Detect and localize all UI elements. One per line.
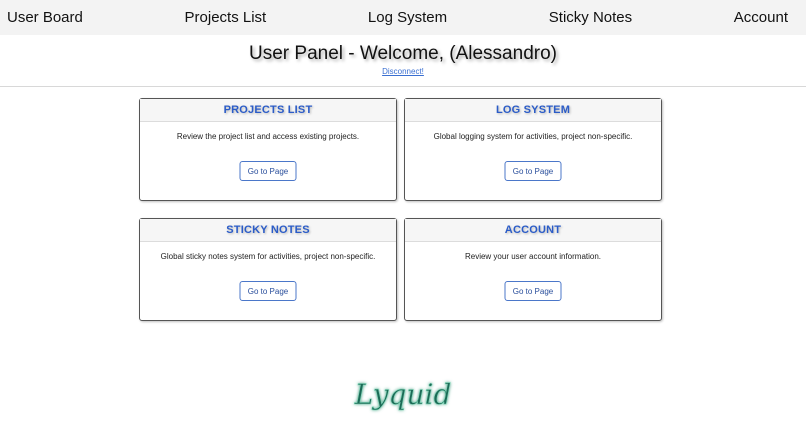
card-projects-list: PROJECTS LIST Review the project list an… (139, 98, 397, 201)
card-account: ACCOUNT Review your user account informa… (404, 218, 662, 321)
go-to-log-system-button[interactable]: Go to Page (504, 161, 562, 181)
nav-user-board[interactable]: User Board (7, 9, 83, 26)
card-description: Global sticky notes system for activitie… (160, 252, 376, 261)
card-log-system: LOG SYSTEM Global logging system for act… (404, 98, 662, 201)
go-to-account-button[interactable]: Go to Page (504, 281, 562, 301)
page-title: User Panel - Welcome, (Alessandro) (249, 43, 557, 64)
disconnect-row: Disconnect! (0, 67, 806, 76)
nav-sticky-notes[interactable]: Sticky Notes (549, 9, 632, 26)
top-navigation: User Board Projects List Log System Stic… (0, 0, 806, 35)
lyquid-logo-icon: Lyquid (353, 378, 452, 412)
nav-projects-list[interactable]: Projects List (185, 9, 267, 26)
card-title: ACCOUNT (405, 219, 661, 242)
go-to-projects-button[interactable]: Go to Page (239, 161, 297, 181)
card-description: Global logging system for activities, pr… (433, 132, 633, 141)
go-to-sticky-notes-button[interactable]: Go to Page (239, 281, 297, 301)
card-description: Review the project list and access exist… (176, 132, 360, 141)
disconnect-link[interactable]: Disconnect! (382, 67, 424, 76)
nav-account[interactable]: Account (734, 9, 788, 26)
logo-text: Lyquid (354, 378, 452, 411)
header-divider (0, 86, 806, 87)
card-title: LOG SYSTEM (405, 99, 661, 122)
card-sticky-notes: STICKY NOTES Global sticky notes system … (139, 218, 397, 321)
nav-log-system[interactable]: Log System (368, 9, 447, 26)
card-title: STICKY NOTES (140, 219, 396, 242)
card-title: PROJECTS LIST (140, 99, 396, 122)
brand-logo: Lyquid (0, 372, 806, 421)
card-description: Review your user account information. (464, 252, 602, 261)
